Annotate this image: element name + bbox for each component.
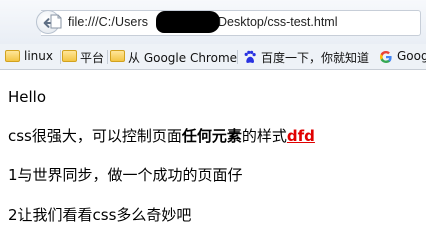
bookmark-label: 从 Google Chrome — [128, 51, 238, 65]
redaction-mark — [156, 11, 220, 33]
folder-icon — [110, 50, 125, 62]
folder-icon — [5, 50, 20, 62]
dfd-link[interactable]: dfd — [287, 127, 315, 145]
page-icon — [50, 14, 62, 29]
google-g-icon — [380, 51, 392, 63]
bookmark-separator — [237, 50, 238, 64]
bookmark-separator — [60, 50, 61, 64]
text-prefix: css很强大，可以控制页面 — [8, 127, 182, 145]
text-bold: 任何元素 — [181, 127, 242, 145]
bookmark-label: 平台 — [80, 51, 105, 65]
bookmark-label: Goog — [397, 49, 426, 63]
url-text[interactable]: file:///C:/Users — [68, 15, 148, 29]
paragraph-css-power: css很强大，可以控制页面任何元素的样式dfd — [8, 125, 315, 146]
bookmark-separator — [107, 50, 108, 64]
text-mid: 的样式 — [241, 127, 287, 145]
bookmark-label: linux — [24, 49, 53, 63]
bookmark-label: 百度一下，你就知道 — [261, 51, 370, 65]
folder-icon — [62, 50, 77, 62]
paragraph-css-magic: 2让我们看看css多么奇妙吧 — [8, 206, 192, 224]
paragraph-sync: 1与世界同步，做一个成功的页面仔 — [8, 166, 243, 184]
baidu-paw-icon — [244, 50, 256, 63]
paragraph-hello: Hello — [8, 88, 47, 106]
browser-toolbar: file:///C:/Users Desktop/css-test.html — [0, 0, 426, 44]
url-text-suffix[interactable]: Desktop/css-test.html — [218, 15, 337, 29]
bookmarks-bar: linux 平台 从 Google Chrome 百度一下，你就知道 Goog — [0, 44, 426, 70]
page-content: Hello css很强大，可以控制页面任何元素的样式dfd 1与世界同步，做一个… — [0, 71, 426, 251]
